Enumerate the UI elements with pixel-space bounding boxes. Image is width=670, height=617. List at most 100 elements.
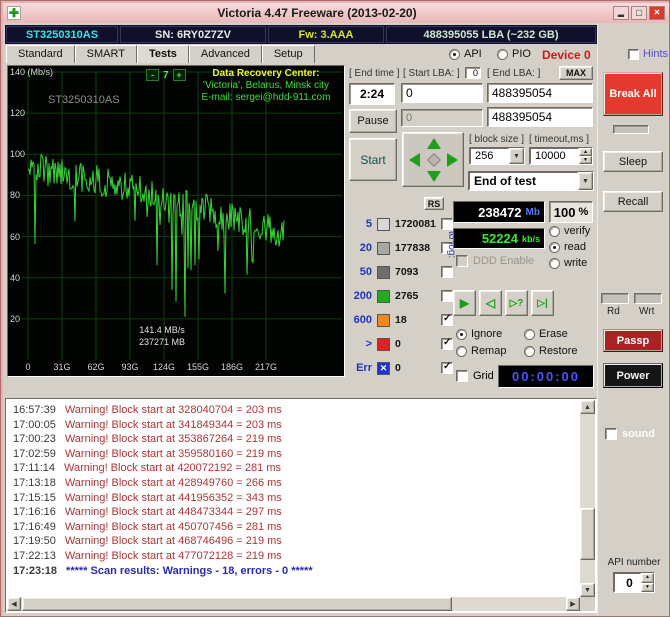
maximize-button[interactable]: ▢ <box>631 6 647 20</box>
grid-checkbox[interactable]: Grid <box>456 370 494 382</box>
seek-end-button[interactable]: ▷| <box>531 290 554 316</box>
title-bar[interactable]: ✚ Victoria 4.47 Freeware (2013-02-20) ▂ … <box>3 3 669 23</box>
scroll-right-icon[interactable]: ▶ <box>566 597 580 611</box>
radio-mode-read[interactable]: read <box>549 239 590 255</box>
dpad-left-icon[interactable] <box>409 153 420 167</box>
x-axis-label: 0 <box>25 362 31 372</box>
sound-checkbox[interactable]: sound <box>605 428 655 440</box>
close-button[interactable]: ✕ <box>649 6 665 20</box>
spin-down-icon[interactable]: ▼ <box>579 156 592 164</box>
horizontal-scrollbar[interactable]: ◀ ▶ <box>7 597 580 611</box>
legend-log-checkbox[interactable] <box>441 290 453 302</box>
radio-mode-write[interactable]: write <box>549 255 590 271</box>
legend-color-swatch <box>377 289 390 303</box>
dpad-center[interactable] <box>426 152 442 168</box>
minimize-button[interactable]: ▂ <box>613 6 629 20</box>
tab-advanced[interactable]: Advanced <box>188 45 262 63</box>
legend-row-600: 600 18 <box>348 308 453 332</box>
log-entry: 17:00:23 Warning! Block start at 35386726… <box>13 433 282 446</box>
legend-threshold-label: 600 <box>353 314 372 326</box>
spin-up-icon[interactable]: ▲ <box>641 573 654 583</box>
radio-defect-ignore[interactable]: Ignore <box>456 326 524 342</box>
graph-zoom-controls: - 7 + <box>146 69 186 81</box>
timeout-spinner[interactable]: 10000 ▲ ▼ <box>529 147 593 165</box>
legend-row-5: 5 1720081 <box>348 212 453 236</box>
dropdown-arrow-icon[interactable]: ▼ <box>578 172 593 190</box>
app-icon: ✚ <box>7 6 21 20</box>
api-radio[interactable]: API <box>449 48 482 60</box>
seek-next-defect-button[interactable]: ▷? <box>505 290 528 316</box>
wrt-label: Wrt <box>639 306 655 317</box>
radio-mode-verify[interactable]: verify <box>549 223 590 239</box>
legend-count: 1720081 <box>395 218 436 230</box>
radio-defect-restore[interactable]: Restore <box>524 343 594 359</box>
log-entry: 17:19:50 Warning! Block start at 46874649… <box>13 535 282 548</box>
scroll-left-icon[interactable]: ◀ <box>7 597 21 611</box>
zoom-out-button[interactable]: - <box>146 69 159 81</box>
play-button[interactable]: ▶ <box>453 290 476 316</box>
legend-threshold-label: > <box>365 338 372 350</box>
legend-log-checkbox[interactable] <box>441 313 453 326</box>
radio-defect-erase[interactable]: Erase <box>524 326 594 342</box>
api-number-spinner[interactable]: 0 ▲ ▼ <box>613 572 655 593</box>
checkbox-icon <box>605 428 617 440</box>
spin-up-icon[interactable]: ▲ <box>579 148 592 156</box>
legend-threshold-label: 20 <box>359 242 372 254</box>
end-action-select[interactable]: End of test ▼ <box>468 171 594 191</box>
start-lba-input[interactable]: 0 <box>401 83 483 103</box>
radio-icon <box>549 241 560 253</box>
vertical-scrollbar[interactable]: ▲ ▼ <box>580 400 595 597</box>
recall-button[interactable]: Recall <box>603 191 663 212</box>
checkbox-icon <box>628 48 639 60</box>
legend-log-checkbox[interactable] <box>441 218 453 230</box>
rd-label: Rd <box>607 306 620 317</box>
sleep-button[interactable]: Sleep <box>603 151 663 172</box>
legend-log-checkbox[interactable] <box>441 361 453 374</box>
vertical-scroll-thumb[interactable] <box>580 508 595 560</box>
dpad-up-icon[interactable] <box>427 138 441 149</box>
zoom-in-button[interactable]: + <box>172 69 186 81</box>
y-axis-label: 80 <box>10 190 21 201</box>
radio-defect-remap[interactable]: Remap <box>456 343 524 359</box>
pause-button[interactable]: Pause <box>349 109 397 133</box>
checkbox-icon <box>456 255 468 267</box>
hints-checkbox[interactable]: Hints <box>628 48 668 60</box>
tab-bar: Standard SMART Tests Advanced Setup <box>6 45 315 63</box>
window-title: Victoria 4.47 Freeware (2013-02-20) <box>217 6 417 20</box>
pio-radio[interactable]: PIO <box>497 48 531 60</box>
tab-standard[interactable]: Standard <box>6 45 75 63</box>
drive-capacity: 488395055 LBA (~232 GB) <box>386 26 596 43</box>
dpad-right-icon[interactable] <box>447 153 458 167</box>
legend-color-swatch <box>377 217 390 231</box>
scroll-up-icon[interactable]: ▲ <box>580 400 595 414</box>
step-back-button[interactable]: ◁ <box>479 290 502 316</box>
radio-icon <box>549 225 560 237</box>
log-lines: 16:57:39 Warning! Block start at 32804070… <box>8 401 580 599</box>
max-button[interactable]: MAX <box>559 66 593 80</box>
start-button[interactable]: Start <box>349 138 397 181</box>
block-size-select[interactable]: 256 ▼ <box>469 147 525 165</box>
legend-log-checkbox[interactable] <box>441 337 453 350</box>
legend-color-swatch <box>377 241 390 255</box>
scroll-down-icon[interactable]: ▼ <box>580 583 595 597</box>
y-axis-label: 20 <box>10 313 21 324</box>
break-all-button[interactable]: Break All <box>603 72 663 116</box>
spin-down-icon[interactable]: ▼ <box>641 582 654 592</box>
start-lba-disabled-input: 0 <box>401 109 483 127</box>
dpad-down-icon[interactable] <box>427 171 441 182</box>
dropdown-arrow-icon[interactable]: ▼ <box>509 148 524 164</box>
rs-button[interactable]: RS <box>424 197 444 210</box>
end-lba-input[interactable]: 488395054 <box>487 83 593 103</box>
end-lba-input-2[interactable]: 488395054 <box>487 107 593 127</box>
power-button[interactable]: Power <box>603 363 663 388</box>
tab-smart[interactable]: SMART <box>74 45 137 63</box>
legend-log-checkbox[interactable] <box>441 266 453 278</box>
horizontal-scroll-thumb[interactable] <box>22 597 452 611</box>
legend-color-swatch <box>377 265 390 279</box>
tab-tests[interactable]: Tests <box>136 45 189 63</box>
passp-button[interactable]: Passp <box>603 329 663 352</box>
scrollbar-corner <box>580 597 595 611</box>
x-axis-label: 186G <box>220 362 244 372</box>
tab-setup[interactable]: Setup <box>261 45 315 63</box>
radio-icon <box>456 345 467 357</box>
